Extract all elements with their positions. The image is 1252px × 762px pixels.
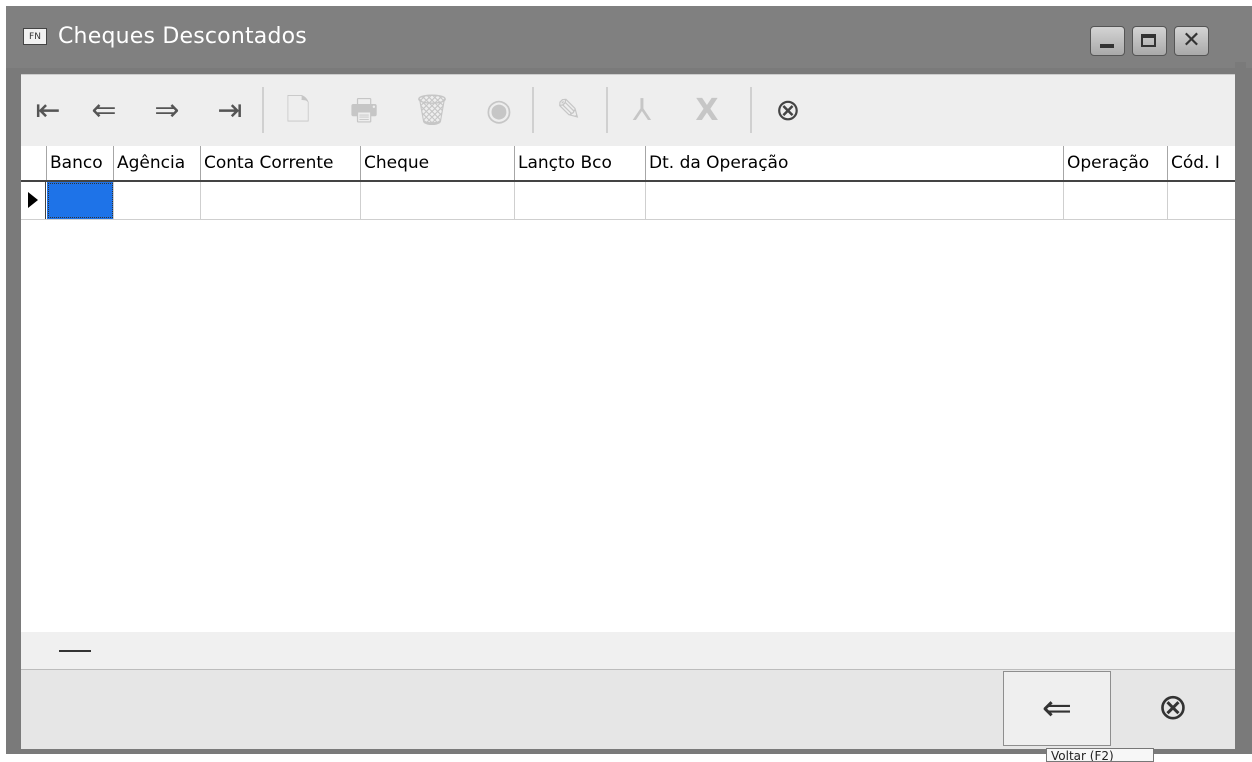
table-cell[interactable] — [646, 182, 1064, 219]
edit-button[interactable]: ✎ — [548, 75, 590, 147]
window-border — [1235, 62, 1246, 748]
scroll-thumb[interactable] — [59, 650, 91, 652]
column-header-cheque[interactable]: Cheque — [361, 146, 515, 180]
app-icon: FN — [23, 28, 47, 45]
delete-button[interactable]: 🗑 — [411, 75, 453, 147]
table-cell[interactable] — [1064, 182, 1168, 219]
column-header-cod[interactable]: Cód. I — [1168, 146, 1235, 180]
column-header-lancto-bco[interactable]: Lançto Bco — [515, 146, 646, 180]
cancel-button[interactable]: ⊗ — [767, 75, 809, 147]
next-record-button[interactable]: ⇒ — [146, 75, 188, 147]
export-excel-button[interactable]: X — [686, 75, 728, 147]
export-pdf-button[interactable]: ⅄ — [621, 75, 663, 147]
table-cell[interactable] — [201, 182, 361, 219]
toolbar: ⇤ ⇐ ⇒ ⇥ 🗋 🖶 🗑 ◉ ✎ ⅄ X ⊗ — [21, 74, 1235, 147]
tooltip: Voltar (F2) — [1046, 748, 1154, 762]
last-record-button[interactable]: ⇥ — [209, 75, 251, 147]
footer-bar: ⇐ ⊗ — [21, 669, 1235, 749]
window-title: Cheques Descontados — [58, 24, 307, 49]
minimize-icon — [1100, 44, 1114, 48]
data-grid[interactable]: Banco Agência Conta Corrente Cheque Lanç… — [21, 146, 1235, 632]
maximize-button[interactable] — [1132, 26, 1167, 56]
toolbar-separator — [606, 87, 608, 133]
toolbar-separator — [750, 87, 752, 133]
print-button[interactable]: 🖶 — [343, 75, 385, 147]
table-cell[interactable] — [515, 182, 646, 219]
table-cell[interactable] — [361, 182, 515, 219]
row-pointer-icon — [28, 192, 38, 208]
view-button[interactable]: ◉ — [478, 75, 520, 147]
table-cell[interactable] — [114, 182, 201, 219]
column-header-operacao[interactable]: Operação — [1064, 146, 1168, 180]
close-button[interactable]: ⊗ — [1119, 671, 1227, 746]
new-record-button[interactable]: 🗋 — [277, 75, 319, 147]
row-indicator-header — [21, 146, 47, 180]
first-record-button[interactable]: ⇤ — [27, 75, 69, 147]
previous-record-button[interactable]: ⇐ — [83, 75, 125, 147]
current-row-indicator — [21, 182, 46, 219]
close-window-button[interactable]: ✕ — [1174, 26, 1209, 56]
table-cell[interactable] — [1168, 182, 1235, 219]
title-bar[interactable]: FN Cheques Descontados ✕ — [6, 6, 1252, 68]
table-row[interactable] — [21, 182, 1235, 220]
toolbar-separator — [262, 87, 264, 133]
table-cell[interactable] — [47, 182, 114, 219]
minimize-button[interactable] — [1090, 26, 1125, 56]
toolbar-separator — [532, 87, 534, 133]
maximize-icon — [1141, 34, 1156, 47]
column-header-banco[interactable]: Banco — [47, 146, 114, 180]
grid-header: Banco Agência Conta Corrente Cheque Lanç… — [21, 146, 1235, 182]
column-header-agencia[interactable]: Agência — [114, 146, 201, 180]
column-header-conta-corrente[interactable]: Conta Corrente — [201, 146, 361, 180]
close-icon: ✕ — [1182, 28, 1201, 53]
back-button[interactable]: ⇐ — [1003, 671, 1111, 746]
column-header-dt-operacao[interactable]: Dt. da Operação — [646, 146, 1064, 180]
horizontal-scrollbar[interactable] — [21, 632, 1235, 669]
